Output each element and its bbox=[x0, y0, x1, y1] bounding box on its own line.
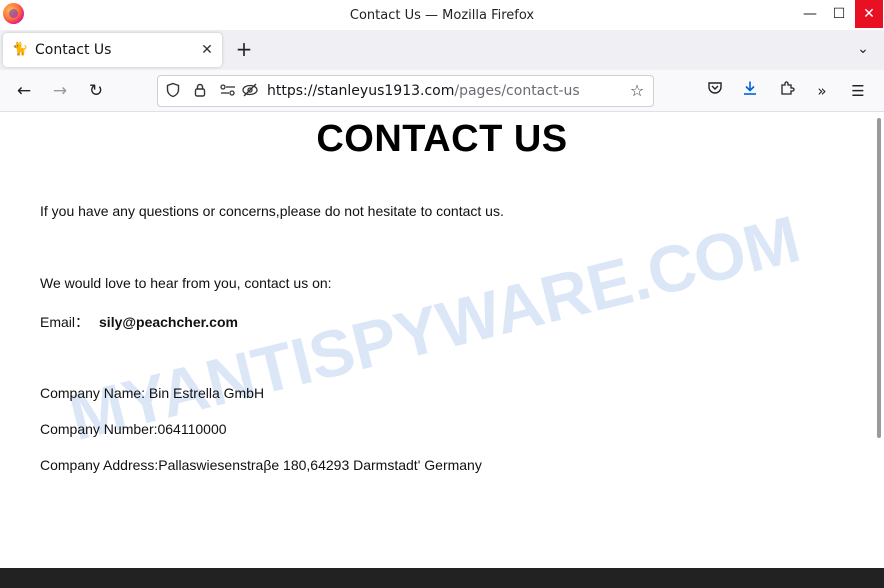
email-label: Email： bbox=[40, 314, 90, 330]
shield-icon[interactable] bbox=[164, 82, 182, 100]
page-content: MYANTISPYWARE.COM CONTACT US If you have… bbox=[0, 112, 884, 568]
url-bar[interactable]: https://stanleyus1913.com/pages/contact-… bbox=[157, 75, 654, 107]
new-tab-button[interactable]: + bbox=[232, 38, 256, 62]
company-address: Company Address:Pallaswiesenstraβe 180,6… bbox=[40, 457, 482, 473]
back-button[interactable]: ← bbox=[11, 79, 37, 103]
page-title: CONTACT US bbox=[316, 118, 568, 160]
firefox-logo-icon bbox=[3, 3, 24, 24]
pocket-icon[interactable] bbox=[704, 80, 726, 102]
close-window-button[interactable]: ✕ bbox=[855, 0, 883, 28]
chevron-double-right-icon[interactable]: » bbox=[811, 80, 833, 102]
intro-text: If you have any questions or concerns,pl… bbox=[40, 203, 504, 219]
email-address: sily@peachcher.com bbox=[99, 314, 238, 330]
reload-button[interactable]: ↻ bbox=[83, 79, 109, 103]
star-icon[interactable]: ☆ bbox=[628, 82, 646, 100]
page-footer-bar bbox=[0, 568, 884, 588]
navigation-toolbar: ← → ↻ https://stanleyus1913.com/pages/co… bbox=[0, 70, 884, 112]
minimize-button[interactable]: — bbox=[796, 0, 824, 28]
url-path: /pages/contact-us bbox=[454, 83, 580, 99]
hamburger-menu-icon[interactable]: ☰ bbox=[847, 80, 869, 102]
company-number: Company Number:064110000 bbox=[40, 421, 227, 437]
company-name: Company Name: Bin Estrella GmbH bbox=[40, 385, 265, 401]
maximize-button[interactable]: ☐ bbox=[825, 0, 853, 28]
tab-contact-us[interactable]: 🐈 Contact Us ✕ bbox=[3, 33, 222, 67]
watermark-logo: MYANTISPYWARE.COM bbox=[62, 201, 807, 454]
lock-icon[interactable] bbox=[191, 82, 209, 100]
list-all-tabs-button[interactable]: ⌄ bbox=[852, 38, 874, 60]
url-host: https://stanleyus1913.com bbox=[267, 83, 455, 99]
tab-label: Contact Us bbox=[35, 42, 112, 58]
download-icon[interactable] bbox=[739, 80, 761, 102]
window-title: Contact Us — Mozilla Firefox bbox=[349, 7, 535, 23]
contact-prompt-text: We would love to hear from you, contact … bbox=[40, 275, 332, 291]
forward-button[interactable]: → bbox=[47, 79, 73, 103]
extensions-icon[interactable] bbox=[776, 80, 798, 102]
site-favicon-icon: 🐈 bbox=[12, 42, 29, 57]
permissions-icon[interactable] bbox=[219, 82, 237, 100]
page-scrollbar[interactable] bbox=[877, 118, 881, 438]
email-line: Email： sily@peachcher.com bbox=[40, 312, 238, 332]
window-title-bar: Contact Us — Mozilla Firefox — ☐ ✕ bbox=[0, 0, 884, 30]
close-tab-icon[interactable]: ✕ bbox=[198, 41, 216, 59]
url-text[interactable]: https://stanleyus1913.com/pages/contact-… bbox=[267, 83, 580, 99]
tracking-protection-icon[interactable] bbox=[241, 82, 259, 100]
tab-bar: 🐈 Contact Us ✕ + ⌄ bbox=[0, 30, 884, 70]
